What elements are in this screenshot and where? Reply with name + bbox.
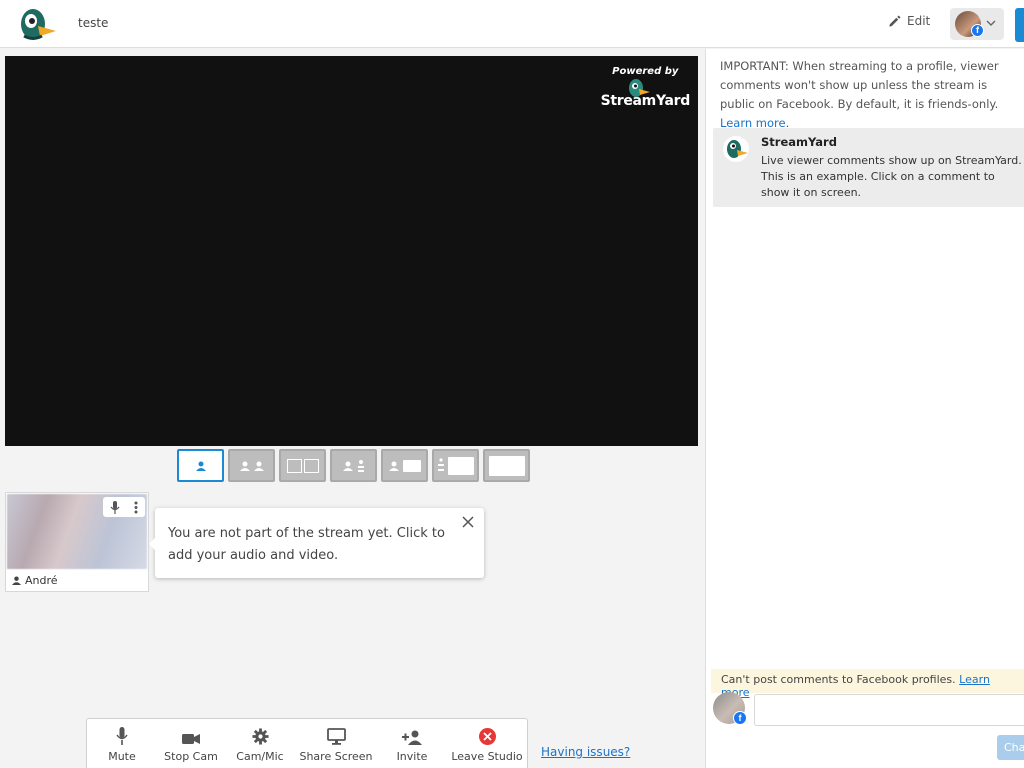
invite-label: Invite: [396, 750, 428, 763]
broadcast-title[interactable]: teste: [78, 16, 108, 30]
powered-by-badge: Powered by StreamYard: [601, 66, 691, 109]
comments-panel: IMPORTANT: When streaming to a profile, …: [705, 49, 1024, 768]
important-notice: IMPORTANT: When streaming to a profile, …: [720, 57, 1020, 133]
layout-sidebar-screen[interactable]: [432, 449, 479, 482]
avatar: f: [713, 692, 747, 725]
microphone-icon[interactable]: [110, 500, 120, 514]
streamyard-logo-icon[interactable]: [18, 6, 58, 42]
participant-tile[interactable]: André: [5, 492, 149, 592]
comment-text: Live viewer comments show up on StreamYa…: [761, 154, 1022, 199]
facebook-icon: f: [733, 711, 747, 725]
participant-name-label: André: [25, 574, 58, 587]
comment-author: StreamYard: [761, 135, 837, 149]
person-icon: [342, 461, 353, 471]
layout-solo[interactable]: [177, 449, 224, 482]
monitor-icon: [326, 728, 346, 745]
edit-button[interactable]: Edit: [888, 14, 930, 28]
stack-icon: [357, 459, 364, 472]
comment-item[interactable]: StreamYard Live viewer comments show up …: [713, 128, 1024, 207]
add-person-icon: [401, 730, 422, 745]
layout-selector: [177, 449, 530, 482]
person-icon: [388, 461, 399, 471]
person-icon: [12, 576, 21, 585]
stack-icon: [437, 457, 444, 471]
layout-side[interactable]: [330, 449, 377, 482]
leave-icon: [478, 728, 496, 745]
layout-group[interactable]: [228, 449, 275, 482]
tooltip-text: You are not part of the stream yet. Clic…: [168, 526, 445, 563]
edit-label: Edit: [907, 14, 931, 28]
more-vertical-icon[interactable]: [134, 501, 138, 514]
camera-icon: [182, 734, 200, 744]
stream-stage[interactable]: Powered by StreamYard: [5, 56, 698, 446]
facebook-icon: f: [971, 24, 984, 37]
chat-send-button[interactable]: Chat: [997, 735, 1024, 760]
streamyard-logo-icon: [723, 136, 749, 162]
mute-label: Mute: [108, 750, 136, 763]
account-menu-button[interactable]: f: [950, 8, 1004, 40]
chevron-down-icon: [986, 20, 996, 26]
layout-leader[interactable]: [279, 449, 326, 482]
join-stream-tooltip[interactable]: You are not part of the stream yet. Clic…: [149, 508, 484, 578]
mute-button[interactable]: Mute: [87, 719, 157, 768]
share-screen-button[interactable]: Share Screen: [295, 719, 377, 768]
gear-icon: [251, 728, 269, 745]
cam-mic-settings-button[interactable]: Cam/Mic: [225, 719, 295, 768]
leave-studio-button[interactable]: Leave Studio: [447, 719, 527, 768]
microphone-icon: [116, 727, 128, 745]
chat-input[interactable]: [754, 694, 1024, 726]
layout-person-screen[interactable]: [381, 449, 428, 482]
having-issues-link[interactable]: Having issues?: [541, 745, 630, 759]
person-icon: [195, 461, 206, 471]
invite-button[interactable]: Invite: [377, 719, 447, 768]
layout-fullscreen[interactable]: [483, 449, 530, 482]
close-icon[interactable]: [461, 515, 475, 529]
leave-studio-label: Leave Studio: [451, 750, 523, 763]
facebook-comment-notice: Can't post comments to Facebook profiles…: [711, 669, 1024, 699]
participant-controls: [103, 497, 145, 517]
important-text: IMPORTANT: When streaming to a profile, …: [720, 59, 999, 111]
streamyard-logo-icon: [628, 79, 650, 97]
share-screen-label: Share Screen: [299, 750, 373, 763]
person-icon: [253, 461, 264, 471]
cam-mic-label: Cam/Mic: [236, 750, 284, 763]
stop-cam-label: Stop Cam: [164, 750, 218, 763]
stop-cam-button[interactable]: Stop Cam: [157, 719, 225, 768]
go-live-button[interactable]: [1015, 8, 1024, 42]
notice-text: Can't post comments to Facebook profiles…: [721, 673, 960, 686]
person-icon: [239, 461, 250, 471]
pencil-icon: [889, 14, 901, 27]
participant-name: André: [12, 574, 58, 587]
top-header: teste Edit f: [0, 0, 1024, 48]
studio-toolbar: Mute Stop Cam Cam/Mic Share Screen Invit…: [86, 718, 528, 768]
powered-by-label: Powered by: [612, 66, 679, 77]
